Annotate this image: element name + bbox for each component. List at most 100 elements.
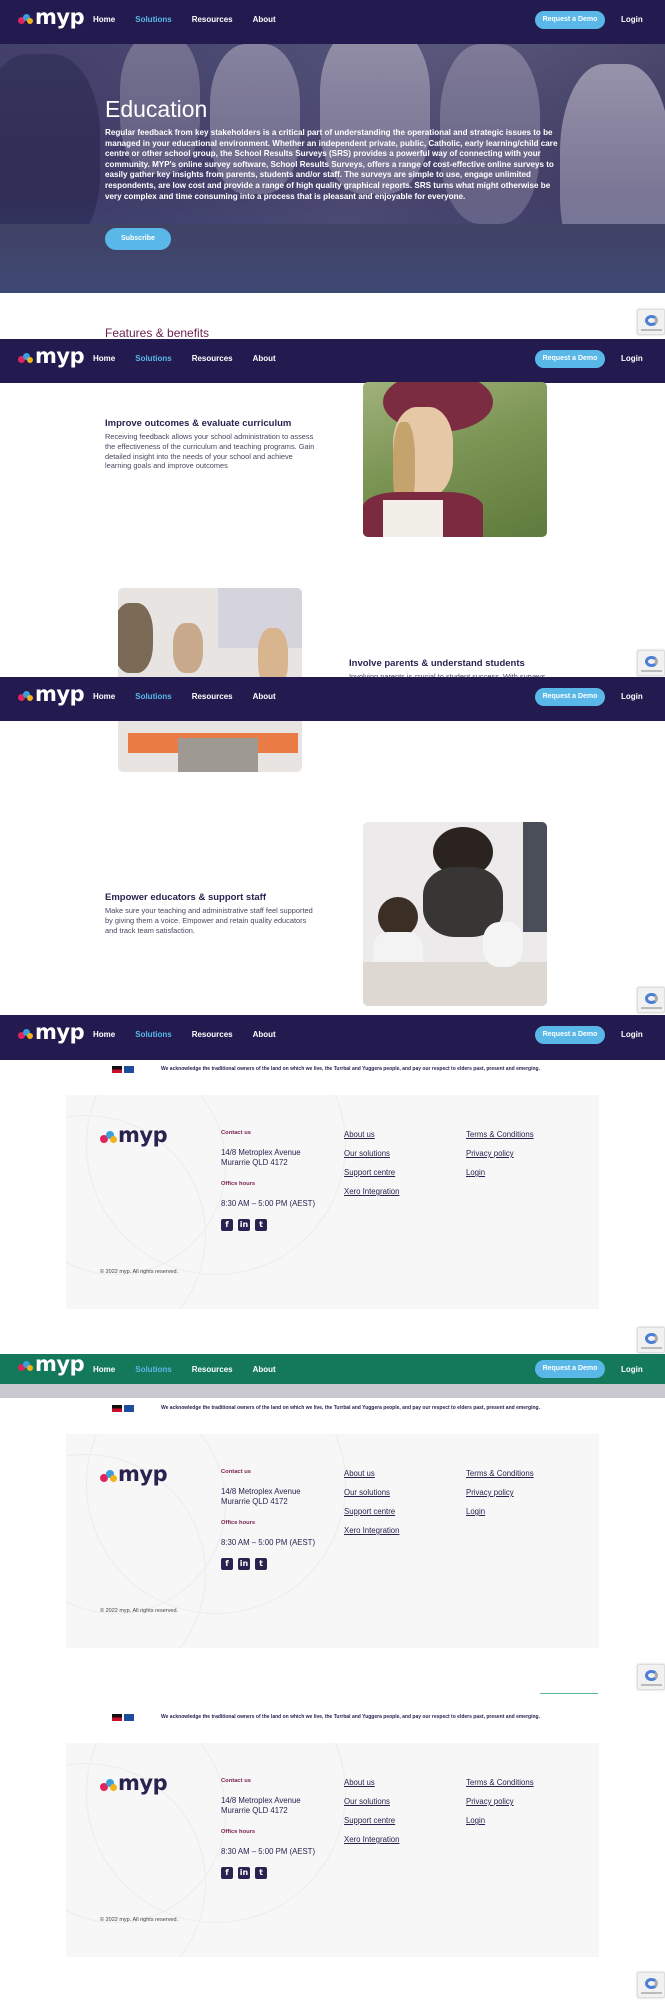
request-demo-button[interactable]: Request a Demo — [535, 1026, 605, 1044]
acknowledgement-text: We acknowledge the traditional owners of… — [161, 1066, 540, 1072]
teacher-students-image — [363, 822, 547, 1006]
linkedin-icon[interactable]: in — [238, 1219, 250, 1231]
footer-link-xero[interactable]: Xero Integration — [344, 1187, 399, 1196]
myp-logo[interactable]: myp — [18, 1352, 85, 1378]
site-footer: myp Contact us 14/8 Metroplex Avenue Mur… — [66, 1743, 599, 1957]
address-line-1: 14/8 Metroplex Avenue — [221, 1148, 301, 1157]
nav-home[interactable]: Home — [93, 15, 115, 24]
hours-label: Office hours — [221, 1520, 256, 1526]
login-link[interactable]: Login — [621, 354, 643, 363]
page-title: Education — [105, 96, 208, 122]
footer-link-support[interactable]: Support centre — [344, 1816, 395, 1825]
recaptcha-badge[interactable] — [637, 650, 665, 676]
footer-link-solutions[interactable]: Our solutions — [344, 1488, 390, 1497]
request-demo-button[interactable]: Request a Demo — [535, 11, 605, 29]
footer-link-support[interactable]: Support centre — [344, 1168, 395, 1177]
footer-link-terms[interactable]: Terms & Conditions — [466, 1469, 534, 1478]
subscribe-button[interactable]: Subscribe — [105, 228, 171, 250]
recaptcha-badge[interactable] — [637, 309, 665, 335]
contact-label: Contact us — [221, 1469, 251, 1475]
myp-logo[interactable]: myp — [18, 1020, 85, 1046]
footer-link-about[interactable]: About us — [344, 1469, 375, 1478]
request-demo-button[interactable]: Request a Demo — [535, 1360, 605, 1378]
nav-solutions[interactable]: Solutions — [135, 15, 171, 24]
linkedin-icon[interactable]: in — [238, 1558, 250, 1570]
nav-about[interactable]: About — [253, 354, 276, 363]
nav-about[interactable]: About — [253, 15, 276, 24]
top-nav: myp Home Solutions Resources About Reque… — [0, 0, 665, 44]
login-link[interactable]: Login — [621, 692, 643, 701]
hours-label: Office hours — [221, 1181, 256, 1187]
facebook-icon[interactable]: f — [221, 1558, 233, 1570]
footer-link-support[interactable]: Support centre — [344, 1507, 395, 1516]
footer-link-privacy[interactable]: Privacy policy — [466, 1488, 514, 1497]
facebook-icon[interactable]: f — [221, 1219, 233, 1231]
footer-link-privacy[interactable]: Privacy policy — [466, 1797, 514, 1806]
nav-about[interactable]: About — [253, 1030, 276, 1039]
footer-link-terms[interactable]: Terms & Conditions — [466, 1778, 534, 1787]
sticky-nav: myp Home Solutions Resources About Reque… — [0, 339, 665, 383]
nav-solutions[interactable]: Solutions — [135, 1365, 171, 1374]
footer-link-xero[interactable]: Xero Integration — [344, 1526, 399, 1535]
site-footer: myp Contact us 14/8 Metroplex Avenue Mur… — [66, 1095, 599, 1309]
nav-solutions[interactable]: Solutions — [135, 692, 171, 701]
feature-text: Receiving feedback allows your school ad… — [105, 432, 315, 471]
office-hours: 8:30 AM – 5:00 PM (AEST) — [221, 1538, 316, 1547]
nav-home[interactable]: Home — [93, 692, 115, 701]
acknowledgement-text: We acknowledge the traditional owners of… — [161, 1714, 540, 1720]
footer-link-about[interactable]: About us — [344, 1778, 375, 1787]
recaptcha-badge[interactable] — [637, 1327, 665, 1353]
myp-logo[interactable]: myp — [18, 682, 85, 708]
nav-home[interactable]: Home — [93, 354, 115, 363]
login-link[interactable]: Login — [621, 1030, 643, 1039]
recaptcha-badge[interactable] — [637, 1972, 665, 1998]
logo-text: myp — [118, 1771, 168, 1795]
footer-link-login[interactable]: Login — [466, 1168, 485, 1177]
footer-link-login[interactable]: Login — [466, 1507, 485, 1516]
footer-link-privacy[interactable]: Privacy policy — [466, 1149, 514, 1158]
footer-logo[interactable]: myp — [100, 1771, 168, 1797]
footer-link-solutions[interactable]: Our solutions — [344, 1149, 390, 1158]
linkedin-icon[interactable]: in — [238, 1867, 250, 1879]
footer-link-xero[interactable]: Xero Integration — [344, 1835, 399, 1844]
acknowledgement-banner: We acknowledge the traditional owners of… — [0, 1709, 665, 1727]
myp-logo[interactable]: myp — [18, 344, 85, 370]
twitter-icon[interactable]: t — [255, 1867, 267, 1879]
feature-text: Make sure your teaching and administrati… — [105, 906, 313, 935]
twitter-icon[interactable]: t — [255, 1558, 267, 1570]
nav-resources[interactable]: Resources — [192, 692, 233, 701]
recaptcha-badge[interactable] — [637, 987, 665, 1013]
myp-logo[interactable]: myp — [18, 5, 85, 31]
request-demo-button[interactable]: Request a Demo — [535, 688, 605, 706]
feature-title: Empower educators & support staff — [105, 892, 266, 903]
login-link[interactable]: Login — [621, 1365, 643, 1374]
facebook-icon[interactable]: f — [221, 1867, 233, 1879]
nav-resources[interactable]: Resources — [192, 1365, 233, 1374]
nav-resources[interactable]: Resources — [192, 1030, 233, 1039]
footer-logo[interactable]: myp — [100, 1123, 168, 1149]
footer-link-solutions[interactable]: Our solutions — [344, 1797, 390, 1806]
twitter-icon[interactable]: t — [255, 1219, 267, 1231]
nav-home[interactable]: Home — [93, 1030, 115, 1039]
sticky-nav: myp Home Solutions Resources About Reque… — [0, 1352, 665, 1384]
nav-resources[interactable]: Resources — [192, 15, 233, 24]
nav-solutions[interactable]: Solutions — [135, 1030, 171, 1039]
feature-title: Involve parents & understand students — [349, 658, 525, 669]
nav-resources[interactable]: Resources — [192, 354, 233, 363]
nav-about[interactable]: About — [253, 692, 276, 701]
footer-link-terms[interactable]: Terms & Conditions — [466, 1130, 534, 1139]
footer-link-login[interactable]: Login — [466, 1816, 485, 1825]
logo-text: myp — [118, 1462, 168, 1486]
site-footer: myp Contact us 14/8 Metroplex Avenue Mur… — [66, 1434, 599, 1648]
nav-solutions[interactable]: Solutions — [135, 354, 171, 363]
feature-title: Improve outcomes & evaluate curriculum — [105, 418, 292, 429]
recaptcha-badge[interactable] — [637, 1664, 665, 1690]
nav-about[interactable]: About — [253, 1365, 276, 1374]
footer-link-about[interactable]: About us — [344, 1130, 375, 1139]
logo-text: myp — [35, 682, 85, 706]
login-link[interactable]: Login — [621, 15, 643, 24]
hero-description: Regular feedback from key stakeholders i… — [105, 128, 558, 201]
nav-home[interactable]: Home — [93, 1365, 115, 1374]
request-demo-button[interactable]: Request a Demo — [535, 350, 605, 368]
footer-logo[interactable]: myp — [100, 1462, 168, 1488]
